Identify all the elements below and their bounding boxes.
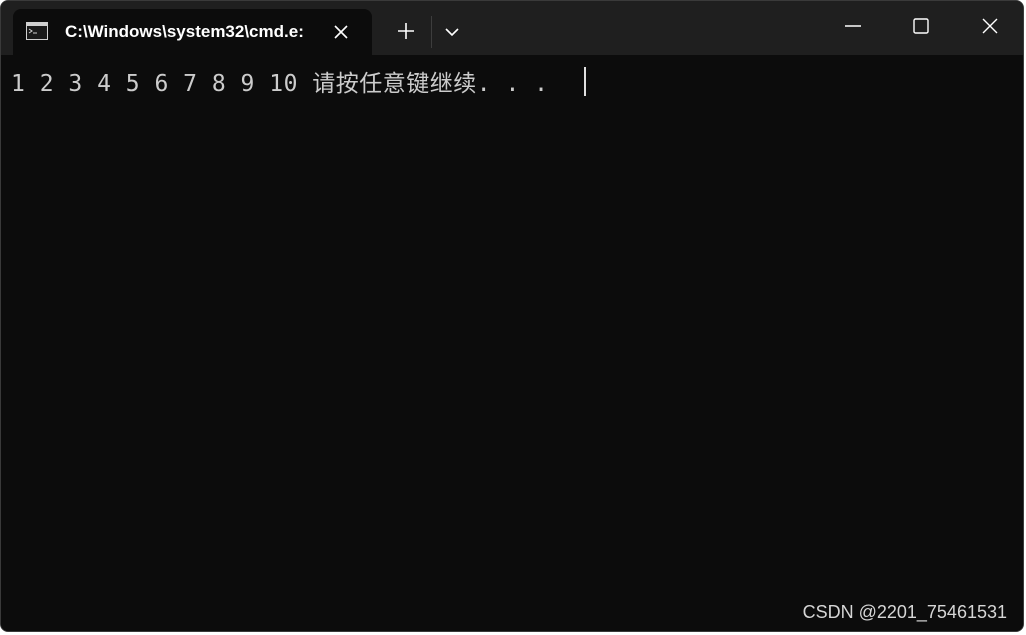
tab-close-icon[interactable] [330,21,352,43]
close-button[interactable] [956,1,1023,51]
tab-title: C:\Windows\system32\cmd.e: [65,22,304,41]
maximize-button[interactable] [887,1,955,51]
watermark-text: CSDN @2201_75461531 [802,602,1007,622]
cmd-icon [26,22,48,40]
console-output-line: 1 2 3 4 5 6 7 8 9 10 请按任意键继续. . . [11,71,549,97]
console-output-area[interactable]: 1 2 3 4 5 6 7 8 9 10 请按任意键继续. . . [1,55,1023,631]
chevron-down-icon[interactable] [441,21,463,43]
minimize-icon [845,25,861,27]
tab-cmd[interactable]: C:\Windows\system32\cmd.e: [13,9,372,55]
new-tab-plus-icon[interactable] [393,18,419,44]
tab-separator [431,16,432,48]
maximize-icon [913,18,929,34]
minimize-button[interactable] [819,1,887,51]
terminal-window: C:\Windows\system32\cmd.e: 1 2 3 4 5 6 7… [0,0,1024,632]
close-icon [982,18,998,34]
title-bar[interactable]: C:\Windows\system32\cmd.e: [1,1,1023,55]
text-cursor [584,67,586,96]
